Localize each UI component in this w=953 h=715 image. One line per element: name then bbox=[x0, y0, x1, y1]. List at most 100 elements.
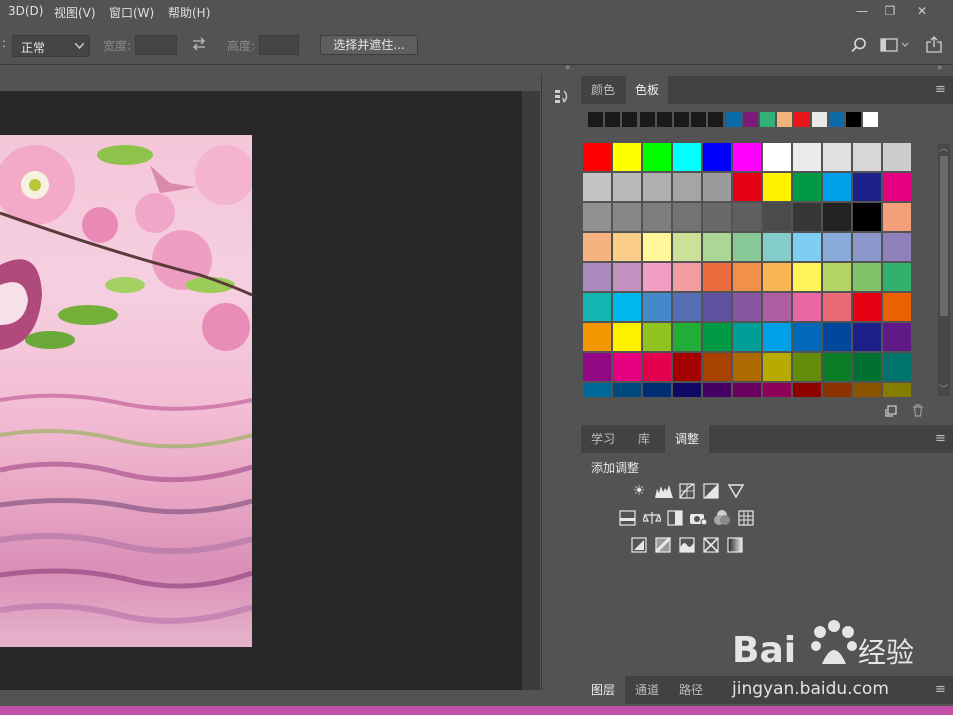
swatch[interactable] bbox=[643, 173, 671, 201]
width-field[interactable] bbox=[135, 35, 177, 55]
recent-swatch[interactable] bbox=[725, 112, 741, 127]
recent-swatch[interactable] bbox=[863, 112, 879, 127]
recent-swatch[interactable] bbox=[828, 112, 844, 127]
recent-swatch[interactable] bbox=[674, 112, 689, 127]
menu-window[interactable]: 窗口(W) bbox=[109, 4, 154, 21]
swatch[interactable] bbox=[733, 383, 761, 397]
photo-filter-icon[interactable] bbox=[689, 510, 707, 526]
vibrance-icon[interactable] bbox=[728, 484, 744, 498]
recent-swatch[interactable] bbox=[760, 112, 775, 127]
swatch[interactable] bbox=[763, 233, 791, 261]
swatch[interactable] bbox=[823, 203, 851, 231]
channel-mixer-icon[interactable] bbox=[713, 509, 731, 527]
scroll-down-icon[interactable]: ﹀ bbox=[939, 382, 948, 395]
swatch[interactable] bbox=[883, 233, 911, 261]
swatch[interactable] bbox=[613, 173, 641, 201]
swatch[interactable] bbox=[793, 323, 821, 351]
recent-swatch[interactable] bbox=[794, 112, 810, 127]
swatch[interactable] bbox=[793, 383, 821, 397]
recent-swatch[interactable] bbox=[708, 112, 724, 127]
swatch[interactable] bbox=[763, 353, 791, 381]
swatch[interactable] bbox=[583, 323, 611, 351]
workspace-icon[interactable] bbox=[880, 38, 910, 52]
swatch[interactable] bbox=[793, 173, 821, 201]
swatch[interactable] bbox=[733, 233, 761, 261]
swatch[interactable] bbox=[733, 353, 761, 381]
threshold-icon[interactable] bbox=[679, 537, 695, 553]
swatch[interactable] bbox=[643, 203, 671, 231]
swatch[interactable] bbox=[823, 353, 851, 381]
swatch[interactable] bbox=[733, 323, 761, 351]
swatch[interactable] bbox=[583, 263, 611, 291]
recent-swatch[interactable] bbox=[811, 112, 827, 127]
color-lookup-icon[interactable] bbox=[738, 510, 754, 526]
gradient-map-icon[interactable] bbox=[727, 537, 743, 553]
swatch[interactable] bbox=[853, 353, 881, 381]
swatch[interactable] bbox=[673, 263, 701, 291]
tab-adjustments[interactable]: 调整 bbox=[665, 425, 709, 453]
swatch[interactable] bbox=[643, 353, 671, 381]
swatch[interactable] bbox=[853, 233, 881, 261]
swatch[interactable] bbox=[643, 143, 671, 171]
tab-swatches[interactable]: 色板 bbox=[626, 76, 668, 104]
curves-icon[interactable] bbox=[679, 483, 695, 499]
panel-menu-icon[interactable]: ≡ bbox=[935, 82, 946, 97]
recent-swatch[interactable] bbox=[656, 112, 672, 127]
swatch[interactable] bbox=[793, 203, 821, 231]
swatch[interactable] bbox=[703, 383, 731, 397]
swatch[interactable] bbox=[823, 233, 851, 261]
swatch[interactable] bbox=[613, 143, 641, 171]
swatch[interactable] bbox=[583, 293, 611, 321]
tab-libraries[interactable]: 库 bbox=[625, 425, 663, 453]
swatch[interactable] bbox=[673, 383, 701, 397]
swatch[interactable] bbox=[613, 323, 641, 351]
recent-swatch[interactable] bbox=[622, 112, 638, 127]
swatch[interactable] bbox=[763, 383, 791, 397]
swap-icon[interactable] bbox=[191, 37, 207, 51]
swatch[interactable] bbox=[673, 353, 701, 381]
swatch[interactable] bbox=[853, 293, 881, 321]
swatch[interactable] bbox=[883, 323, 911, 351]
swatch[interactable] bbox=[703, 143, 731, 171]
swatch[interactable] bbox=[733, 293, 761, 321]
swatch[interactable] bbox=[823, 173, 851, 201]
tab-learn[interactable]: 学习 bbox=[581, 425, 625, 453]
swatch[interactable] bbox=[823, 263, 851, 291]
restore-button[interactable]: ❐ bbox=[876, 2, 904, 20]
swatch[interactable] bbox=[703, 203, 731, 231]
tab-layers[interactable]: 图层 bbox=[581, 676, 625, 704]
swatch[interactable] bbox=[883, 143, 911, 171]
swatch[interactable] bbox=[823, 383, 851, 397]
swatch[interactable] bbox=[613, 233, 641, 261]
swatch[interactable] bbox=[853, 263, 881, 291]
swatch[interactable] bbox=[583, 383, 611, 397]
recent-swatch[interactable] bbox=[588, 112, 603, 127]
swatch[interactable] bbox=[583, 203, 611, 231]
swatch[interactable] bbox=[643, 233, 671, 261]
recent-swatch[interactable] bbox=[605, 112, 621, 127]
swatch[interactable] bbox=[643, 293, 671, 321]
swatch[interactable] bbox=[703, 323, 731, 351]
menu-view[interactable]: 视图(V) bbox=[54, 4, 96, 21]
swatch[interactable] bbox=[703, 173, 731, 201]
recent-swatch[interactable] bbox=[691, 112, 707, 127]
swatch[interactable] bbox=[613, 353, 641, 381]
minimize-button[interactable]: — bbox=[848, 2, 876, 20]
swatch[interactable] bbox=[883, 263, 911, 291]
swatch[interactable] bbox=[703, 233, 731, 261]
recent-swatch[interactable] bbox=[846, 112, 861, 127]
swatch[interactable] bbox=[643, 323, 671, 351]
swatch[interactable] bbox=[703, 293, 731, 321]
swatch[interactable] bbox=[883, 353, 911, 381]
swatch[interactable] bbox=[733, 143, 761, 171]
swatch[interactable] bbox=[853, 173, 881, 201]
swatch[interactable] bbox=[733, 263, 761, 291]
recent-swatch[interactable] bbox=[639, 112, 655, 127]
collapse-left-icon[interactable]: « bbox=[565, 63, 571, 73]
brightness-contrast-icon[interactable]: ☀ bbox=[630, 483, 648, 499]
black-white-icon[interactable] bbox=[667, 510, 683, 526]
collapse-right-icon[interactable]: » bbox=[937, 63, 943, 73]
swatch-scroll-thumb[interactable] bbox=[940, 156, 948, 316]
swatch[interactable] bbox=[673, 233, 701, 261]
swatch[interactable] bbox=[763, 263, 791, 291]
